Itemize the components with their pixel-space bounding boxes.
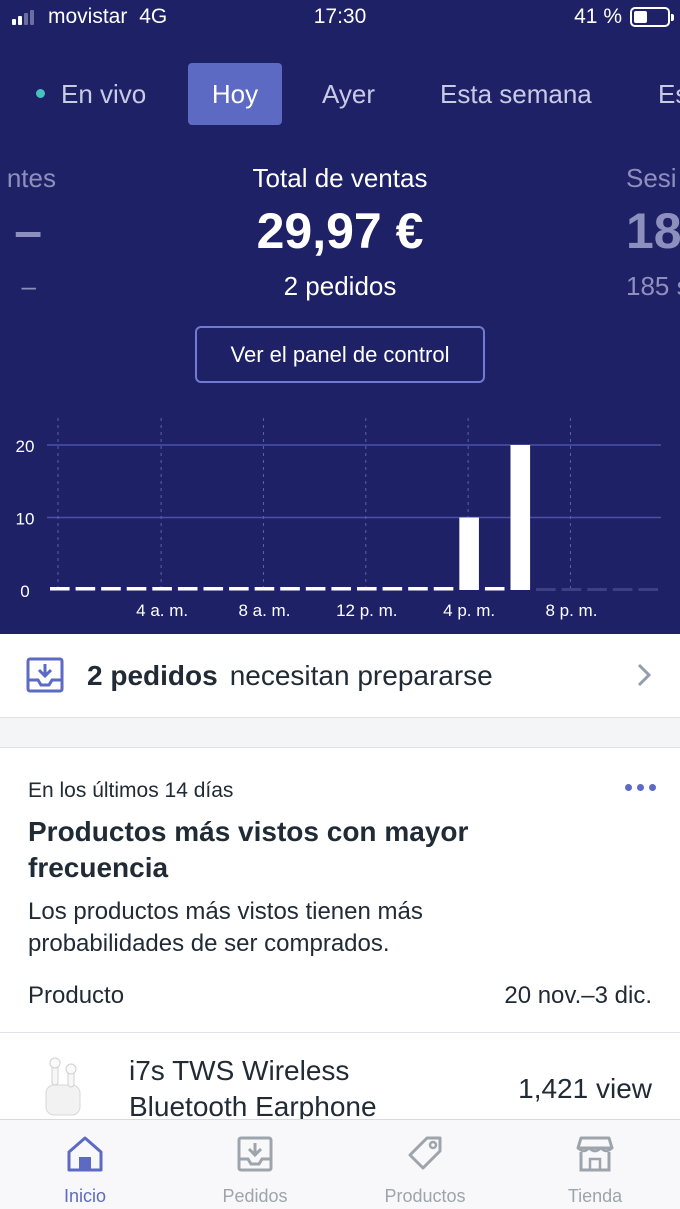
nav-products[interactable]: Productos xyxy=(340,1120,510,1209)
tab-live[interactable]: En vivo xyxy=(36,63,146,125)
product-name: i7s TWS Wireless Bluetooth Earphone xyxy=(129,1055,377,1122)
chart-x-tick-label: 4 p. m. xyxy=(443,601,495,620)
metric-sessions-label: Sesi xyxy=(626,163,677,193)
nav-store-label: Tienda xyxy=(567,1186,623,1206)
metric-left-value: – xyxy=(14,203,42,259)
tab-yesterday[interactable]: Ayer xyxy=(322,63,375,125)
chart-bar xyxy=(510,445,531,590)
chart-bar-future xyxy=(638,588,658,591)
chart-bar xyxy=(433,587,454,591)
chart-bar-future xyxy=(612,588,633,591)
chart-bar xyxy=(305,587,326,591)
metric-left[interactable]: ntes – – xyxy=(0,160,56,306)
tab-live-label: En vivo xyxy=(61,79,147,109)
chart-bar xyxy=(331,587,351,591)
tab-partial[interactable]: Es xyxy=(658,63,680,125)
orders-icon xyxy=(237,1136,273,1172)
metric-total-sales-value: 29,97 € xyxy=(256,203,424,259)
top-viewed-products-card: En los últimos 14 días Productos más vis… xyxy=(0,747,680,1127)
chart-bar-future xyxy=(587,588,607,591)
home-icon xyxy=(67,1136,103,1172)
chart-y-tick-label: 0 xyxy=(20,582,29,601)
chevron-right-icon xyxy=(637,663,652,687)
live-dot-icon xyxy=(36,88,45,98)
orders-alert-message: necesitan prepararse xyxy=(229,660,493,691)
nav-home-label: Inicio xyxy=(63,1186,107,1206)
metric-left-label: ntes xyxy=(6,163,56,193)
view-dashboard-button[interactable]: Ver el panel de control xyxy=(195,326,485,383)
chart-bar-future xyxy=(561,588,582,591)
card-caption: En los últimos 14 días xyxy=(28,779,234,802)
tag-icon xyxy=(408,1136,442,1170)
chart-bar xyxy=(101,587,121,591)
nav-store[interactable]: Tienda xyxy=(510,1120,680,1209)
chart-bar xyxy=(408,587,428,591)
chart-bar xyxy=(280,587,300,591)
metric-left-sub: – xyxy=(21,271,36,301)
chart-bar xyxy=(459,517,479,590)
store-icon xyxy=(576,1136,614,1172)
card-description: Los productos más vistos tienen más prob… xyxy=(28,898,423,957)
more-options-icon[interactable] xyxy=(625,784,656,791)
product-views: 1,421 view xyxy=(518,1073,652,1104)
column-date-range: 20 nov.–3 dic. xyxy=(504,982,652,1009)
orders-alert-text: 2 pedidos necesitan prepararse xyxy=(87,660,493,692)
inbox-download-icon xyxy=(26,657,64,693)
tab-this-week[interactable]: Esta semana xyxy=(440,63,592,125)
metric-sessions-value: 18 xyxy=(626,203,680,259)
analytics-header: movistar 4G 17:30 41 % En vivo Hoy Ayer … xyxy=(0,0,680,634)
nav-home[interactable]: Inicio xyxy=(0,1120,170,1209)
metric-total-sales[interactable]: Total de ventas 29,97 € 2 pedidos xyxy=(190,160,490,306)
chart-bar xyxy=(50,587,70,591)
metric-total-sales-sub: 2 pedidos xyxy=(283,271,397,301)
nav-orders[interactable]: Pedidos xyxy=(170,1120,340,1209)
nav-products-label: Productos xyxy=(384,1186,466,1206)
metric-sessions-sub: 185 s xyxy=(626,271,680,301)
chart-bar xyxy=(382,587,403,591)
battery-icon xyxy=(630,7,674,27)
tab-today[interactable]: Hoy xyxy=(188,63,282,125)
chart-bar xyxy=(484,587,505,591)
product-row[interactable]: i7s TWS Wireless Bluetooth Earphone 1,42… xyxy=(0,1033,680,1128)
metric-sessions[interactable]: Sesi 18 185 s xyxy=(626,160,680,306)
status-bar: movistar 4G 17:30 41 % xyxy=(0,0,680,34)
metric-total-sales-label: Total de ventas xyxy=(252,163,428,193)
column-product: Producto xyxy=(28,982,125,1009)
chart-x-tick-label: 4 a. m. xyxy=(136,601,188,620)
chart-bar xyxy=(203,587,224,591)
nav-orders-label: Pedidos xyxy=(222,1186,288,1206)
chart-bar xyxy=(152,587,172,591)
orders-count: 2 pedidos xyxy=(87,660,218,691)
chart-bar-future xyxy=(536,588,556,591)
chart-bar xyxy=(75,587,96,591)
card-column-headers: Producto 20 nov.–3 dic. xyxy=(28,982,652,1010)
chart-x-tick-label: 12 p. m. xyxy=(336,601,397,620)
chart-bar xyxy=(229,587,249,591)
bottom-navigation: Inicio Pedidos Productos Tienda xyxy=(0,1119,680,1209)
period-tabs: En vivo Hoy Ayer Esta semana Es xyxy=(0,63,680,125)
chart-bar xyxy=(177,587,198,591)
chart-bar xyxy=(254,587,275,591)
orders-to-fulfill-banner[interactable]: 2 pedidos necesitan prepararse xyxy=(0,634,680,718)
product-thumbnail-earphones xyxy=(45,1057,81,1116)
chart-x-tick-label: 8 p. m. xyxy=(545,601,597,620)
chart-y-tick-label: 20 xyxy=(16,437,35,456)
battery-percentage: 41 % xyxy=(574,5,622,28)
chart-bar xyxy=(357,587,377,591)
chart-x-tick-label: 8 a. m. xyxy=(238,601,290,620)
chart-bar xyxy=(126,587,147,591)
chart-y-tick-label: 10 xyxy=(16,510,35,529)
hourly-sales-chart: 0 10 20 4 a. m. 8 a. m. 12 p. m. 4 p. m. 8 p. m… xyxy=(16,418,661,620)
card-title: Productos más vistos con mayor frecuenci… xyxy=(28,816,469,883)
